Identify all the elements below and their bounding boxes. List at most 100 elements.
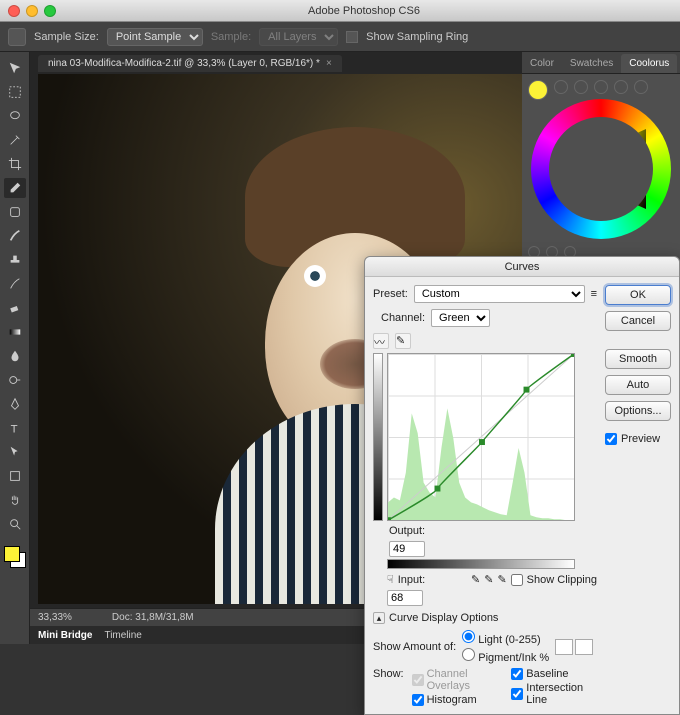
wand-tool[interactable] <box>4 130 26 150</box>
output-label: Output: <box>389 525 425 537</box>
heal-tool[interactable] <box>4 202 26 222</box>
panel-tabs-color: Color Swatches Coolorus <box>522 52 680 74</box>
pen-tool[interactable] <box>4 394 26 414</box>
output-field[interactable] <box>389 541 425 557</box>
histogram-checkbox[interactable] <box>412 694 424 706</box>
sample-size-select[interactable]: Point Sample <box>107 28 203 46</box>
right-panels: Color Swatches Coolorus Adjustments Styl… <box>522 52 680 284</box>
zoom-tool[interactable] <box>4 514 26 534</box>
traffic-lights <box>8 5 56 17</box>
curve-pencil-icon[interactable]: ✎ <box>395 333 411 349</box>
light-radio[interactable] <box>462 630 475 643</box>
zoom-level[interactable]: 33,33% <box>38 612 72 623</box>
lasso-tool[interactable] <box>4 106 26 126</box>
show-sampling-ring-label: Show Sampling Ring <box>366 31 468 43</box>
history-brush-tool[interactable] <box>4 274 26 294</box>
input-field[interactable] <box>387 590 423 606</box>
close-tab-icon[interactable]: × <box>326 58 332 69</box>
curve-line[interactable] <box>388 354 574 520</box>
eraser-tool[interactable] <box>4 298 26 318</box>
tab-color[interactable]: Color <box>522 54 562 73</box>
hand-tool[interactable] <box>4 490 26 510</box>
grid-detailed-icon[interactable] <box>575 639 593 655</box>
display-options-disclosure[interactable]: ▴ Curve Display Options <box>373 612 597 624</box>
minimize-icon[interactable] <box>26 5 38 17</box>
gradient-tool[interactable] <box>4 322 26 342</box>
stamp-tool[interactable] <box>4 250 26 270</box>
blur-tool[interactable] <box>4 346 26 366</box>
color-slot[interactable] <box>554 80 568 94</box>
foreground-color-swatch[interactable] <box>4 546 20 562</box>
baseline-checkbox[interactable] <box>511 668 523 680</box>
preset-label: Preset: <box>373 288 408 300</box>
intersection-checkbox[interactable] <box>511 688 523 700</box>
close-icon[interactable] <box>8 5 20 17</box>
coolorus-panel[interactable] <box>522 74 680 264</box>
curve-draw-icon[interactable]: 〰 <box>373 333 389 349</box>
type-tool[interactable]: T <box>4 418 26 438</box>
move-tool[interactable] <box>4 58 26 78</box>
white-eyedropper-icon[interactable]: ✎ <box>497 573 506 586</box>
current-color-swatch[interactable] <box>528 80 548 100</box>
show-clipping-checkbox[interactable] <box>511 574 523 586</box>
show-amount-label: Show Amount of: <box>373 641 456 653</box>
gray-eyedropper-icon[interactable]: ✎ <box>484 573 493 586</box>
sample-layers-select: All Layers <box>259 28 338 46</box>
color-swatches[interactable] <box>4 546 26 568</box>
show-label: Show: <box>373 668 404 706</box>
cancel-button[interactable]: Cancel <box>605 311 671 331</box>
pigment-radio[interactable] <box>462 648 475 661</box>
brush-tool[interactable] <box>4 226 26 246</box>
window-titlebar: Adobe Photoshop CS6 <box>0 0 680 22</box>
doc-size: Doc: 31,8M/31,8M <box>112 612 194 623</box>
eyedropper-tool-icon[interactable] <box>8 28 26 46</box>
preset-select[interactable]: Custom <box>414 285 585 303</box>
tab-swatches[interactable]: Swatches <box>562 54 621 73</box>
sample-size-label: Sample Size: <box>34 31 99 43</box>
smooth-button[interactable]: Smooth <box>605 349 671 369</box>
document-tab[interactable]: nina 03-Modifica-Modifica-2.tif @ 33,3% … <box>38 55 342 72</box>
color-slot[interactable] <box>594 80 608 94</box>
channel-select[interactable]: Green <box>431 309 490 327</box>
channel-label: Channel: <box>381 312 425 324</box>
dodge-tool[interactable] <box>4 370 26 390</box>
crop-tool[interactable] <box>4 154 26 174</box>
zoom-icon[interactable] <box>44 5 56 17</box>
app-title: Adobe Photoshop CS6 <box>56 5 672 17</box>
preview-checkbox[interactable] <box>605 433 617 445</box>
show-clipping-label: Show Clipping <box>527 574 597 586</box>
output-gradient <box>373 353 383 521</box>
channel-overlays-checkbox <box>412 674 424 686</box>
svg-text:T: T <box>10 423 17 435</box>
input-gradient <box>387 559 575 569</box>
auto-button[interactable]: Auto <box>605 375 671 395</box>
color-slot[interactable] <box>614 80 628 94</box>
on-image-adjust-icon[interactable]: ☟ <box>387 573 394 586</box>
dialog-title[interactable]: Curves <box>365 257 679 277</box>
color-wheel[interactable] <box>531 99 671 239</box>
preview-label: Preview <box>621 433 660 445</box>
grid-simple-icon[interactable] <box>555 639 573 655</box>
color-slot[interactable] <box>634 80 648 94</box>
black-eyedropper-icon[interactable]: ✎ <box>471 573 480 586</box>
color-slot[interactable] <box>574 80 588 94</box>
shape-tool[interactable] <box>4 466 26 486</box>
tab-coolorus[interactable]: Coolorus <box>621 54 677 73</box>
chevron-up-icon: ▴ <box>373 612 385 624</box>
path-select-tool[interactable] <box>4 442 26 462</box>
tab-timeline[interactable]: Timeline <box>104 630 141 641</box>
sample-label: Sample: <box>211 31 251 43</box>
input-label: Input: <box>398 574 426 586</box>
options-bar: Sample Size: Point Sample Sample: All La… <box>0 22 680 52</box>
ok-button[interactable]: OK <box>605 285 671 305</box>
document-tab-label: nina 03-Modifica-Modifica-2.tif @ 33,3% … <box>48 58 320 69</box>
curves-graph[interactable] <box>387 353 575 521</box>
tab-mini-bridge[interactable]: Mini Bridge <box>38 630 92 641</box>
preset-menu-icon[interactable]: ≡ <box>591 288 597 300</box>
marquee-tool[interactable] <box>4 82 26 102</box>
curves-dialog: Curves Preset: Custom ≡ Channel: Green 〰… <box>364 256 680 715</box>
show-sampling-ring-checkbox[interactable] <box>346 31 358 43</box>
options-button[interactable]: Options... <box>605 401 671 421</box>
color-triangle[interactable] <box>556 129 646 209</box>
eyedropper-tool[interactable] <box>4 178 26 198</box>
